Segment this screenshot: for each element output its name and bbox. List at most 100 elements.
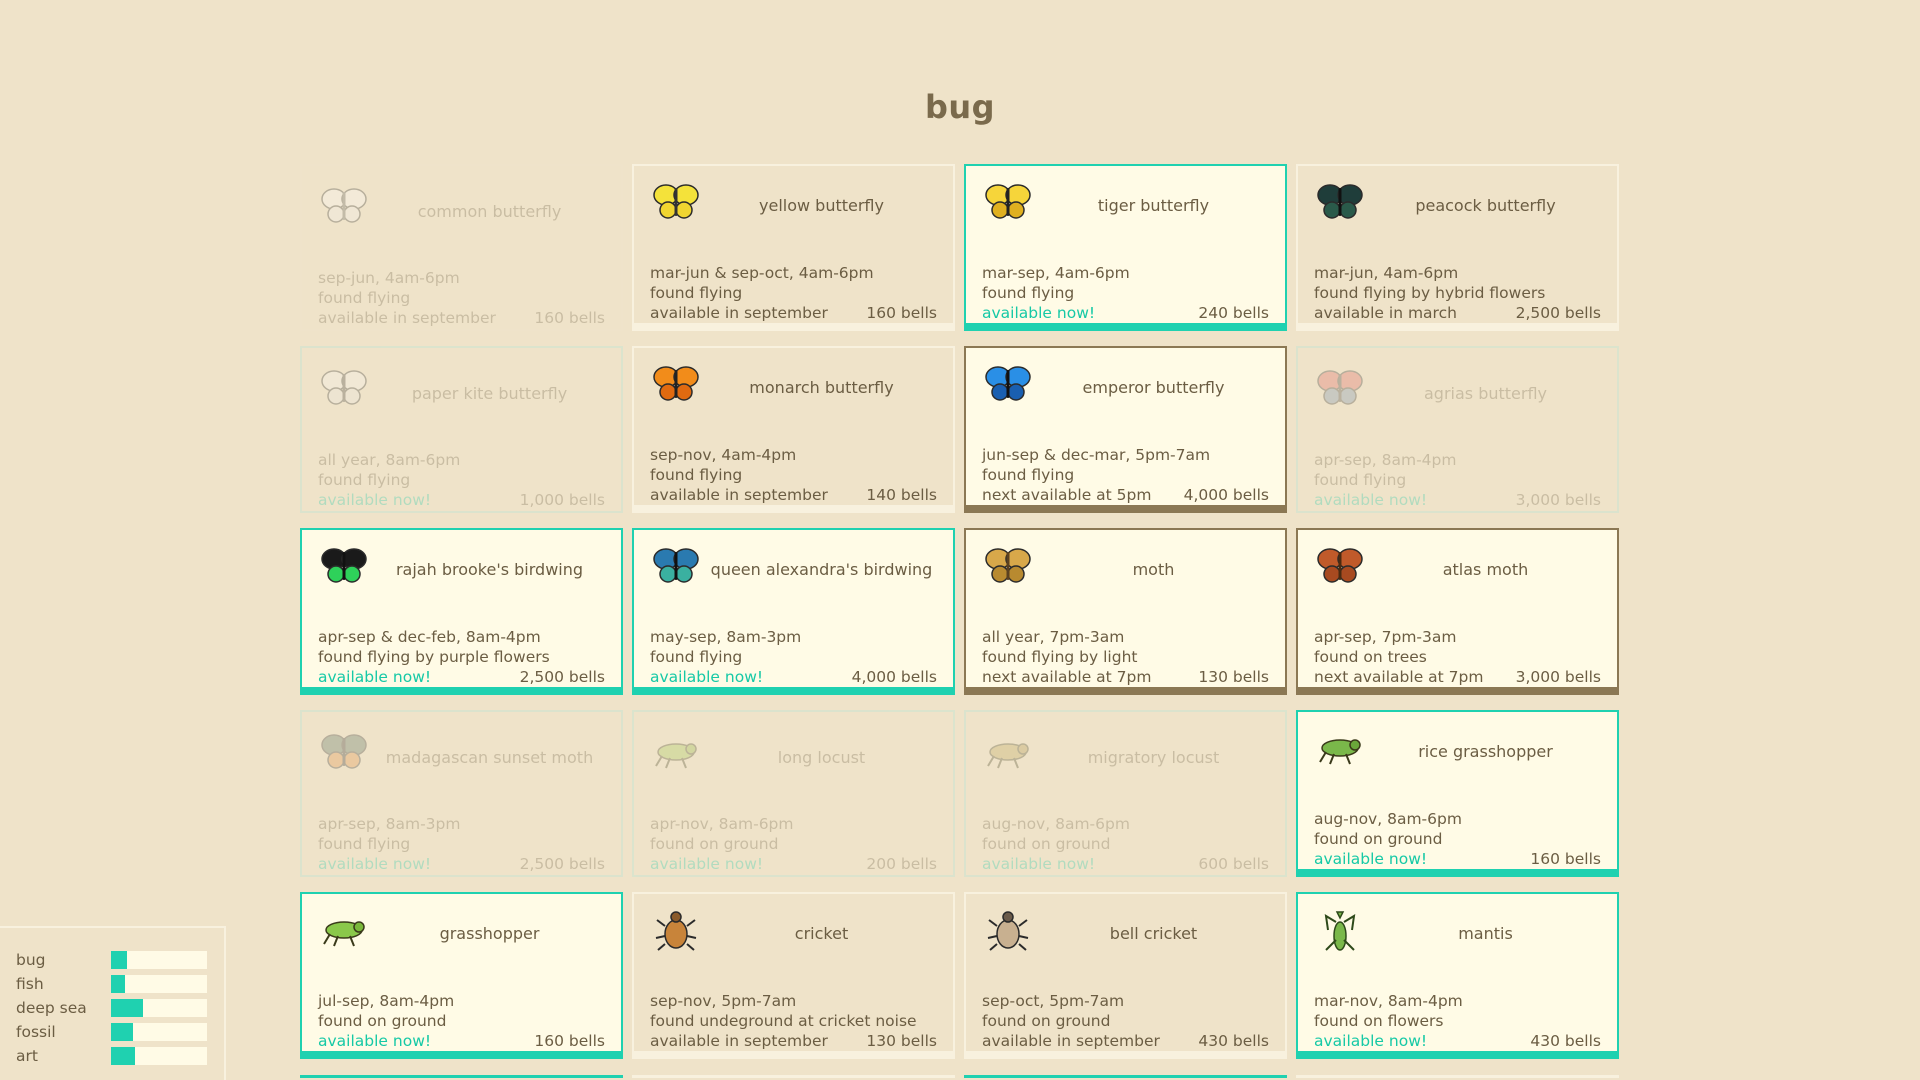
bug-card[interactable]: moth all year, 7pm-3am found flying by lig…	[964, 528, 1287, 695]
progress-row: fossil	[16, 1020, 208, 1044]
tiger-butterfly-icon	[980, 180, 1036, 224]
mantis-icon	[1312, 908, 1368, 952]
peacock-butterfly-icon	[1312, 180, 1368, 224]
bug-card[interactable]: queen alexandra's birdwing may-sep, 8am-3…	[632, 528, 955, 695]
long-locust-icon	[648, 730, 704, 774]
card-price: 600 bells	[1198, 855, 1269, 873]
bug-card[interactable]: yellow butterfly mar-jun & sep-oct, 4am-6…	[632, 164, 955, 331]
bug-card-partial[interactable]	[300, 1075, 623, 1080]
collection-grid: common butterfly sep-jun, 4am-6pm found fl…	[300, 164, 1619, 1059]
card-name: paper kite butterfly	[411, 384, 568, 403]
progress-row: bug	[16, 948, 208, 972]
card-price: 1,000 bells	[519, 491, 605, 509]
card-location: found flying	[650, 284, 743, 302]
card-price: 160 bells	[1530, 850, 1601, 868]
progress-bar	[111, 1023, 207, 1041]
card-season: sep-nov, 4am-4pm	[650, 446, 797, 464]
progress-fill	[111, 1023, 134, 1041]
bug-card-partial[interactable]	[1296, 1075, 1619, 1080]
bug-card[interactable]: madagascan sunset moth apr-sep, 8am-3pm fo…	[300, 710, 623, 877]
card-price: 160 bells	[866, 304, 937, 322]
grasshopper-icon	[316, 908, 372, 952]
card-info: mar-jun & sep-oct, 4am-6pm found flying av…	[650, 263, 937, 323]
card-name: common butterfly	[417, 202, 562, 221]
bug-card[interactable]: grasshopper jul-sep, 8am-4pm found on grou…	[300, 892, 623, 1059]
card-availability: next available at 7pm	[982, 668, 1152, 686]
card-info: aug-nov, 8am-6pm found on ground available…	[1314, 809, 1601, 869]
bug-card-partial[interactable]	[632, 1075, 955, 1080]
bug-card[interactable]: rajah brooke's birdwing apr-sep & dec-feb…	[300, 528, 623, 695]
bug-card[interactable]: common butterfly sep-jun, 4am-6pm found fl…	[300, 164, 623, 331]
bug-card-partial[interactable]	[964, 1075, 1287, 1080]
bug-card[interactable]: migratory locust aug-nov, 8am-6pm found on…	[964, 710, 1287, 877]
card-price: 2,500 bells	[519, 668, 605, 686]
card-availability: available now!	[318, 491, 432, 509]
card-location: found undeground at cricket noise	[650, 1012, 917, 1030]
progress-row: deep sea	[16, 996, 208, 1020]
progress-bar	[111, 999, 207, 1017]
card-location: found flying	[650, 466, 743, 484]
card-name: madagascan sunset moth	[385, 748, 594, 767]
card-name: grasshopper	[439, 924, 540, 943]
card-info: aug-nov, 8am-6pm found on ground available…	[982, 814, 1269, 874]
progress-panel: bug fish deep sea fossil art	[0, 926, 226, 1080]
bug-card[interactable]: rice grasshopper aug-nov, 8am-6pm found on…	[1296, 710, 1619, 877]
monarch-butterfly-icon	[648, 362, 704, 406]
card-price: 430 bells	[1198, 1032, 1269, 1050]
bug-card[interactable]: peacock butterfly mar-jun, 4am-6pm found f…	[1296, 164, 1619, 331]
card-location: found flying by purple flowers	[318, 648, 550, 666]
rajah-brookes-birdwing-icon	[316, 544, 372, 588]
card-availability: next available at 7pm	[1314, 668, 1484, 686]
card-season: apr-sep, 7pm-3am	[1314, 628, 1457, 646]
card-name: queen alexandra's birdwing	[710, 560, 933, 579]
next-row-partial	[300, 1075, 1619, 1080]
card-name: agrias butterfly	[1423, 384, 1548, 403]
card-availability: available now!	[318, 855, 432, 873]
card-info: all year, 8am-6pm found flying available n…	[318, 450, 605, 510]
card-name: cricket	[794, 924, 849, 943]
card-price: 3,000 bells	[1515, 491, 1601, 509]
card-name: migratory locust	[1087, 748, 1220, 767]
card-name: bell cricket	[1109, 924, 1198, 943]
bug-card[interactable]: agrias butterfly apr-sep, 8am-4pm found fl…	[1296, 346, 1619, 513]
card-name: moth	[1132, 560, 1175, 579]
bug-card[interactable]: mantis mar-nov, 8am-4pm found on flowers av…	[1296, 892, 1619, 1059]
bug-card[interactable]: tiger butterfly mar-sep, 4am-6pm found fly…	[964, 164, 1287, 331]
card-location: found on ground	[318, 1012, 447, 1030]
bug-card[interactable]: cricket sep-nov, 5pm-7am found undeground …	[632, 892, 955, 1059]
card-info: all year, 7pm-3am found flying by light ne…	[982, 627, 1269, 687]
paper-kite-butterfly-icon	[316, 366, 372, 410]
card-info: may-sep, 8am-3pm found flying available no…	[650, 627, 937, 687]
card-location: found on trees	[1314, 648, 1427, 666]
card-location: found flying	[650, 648, 743, 666]
card-info: apr-sep, 8am-4pm found flying available no…	[1314, 450, 1601, 510]
card-location: found on ground	[1314, 830, 1443, 848]
card-info: sep-nov, 4am-4pm found flying available in…	[650, 445, 937, 505]
card-name: monarch butterfly	[749, 378, 894, 397]
card-location: found on ground	[650, 835, 779, 853]
card-info: apr-sep & dec-feb, 8am-4pm found flying b…	[318, 627, 605, 687]
card-season: apr-sep, 8am-3pm	[318, 815, 461, 833]
progress-bar	[111, 951, 207, 969]
card-availability: available now!	[1314, 1032, 1428, 1050]
card-price: 160 bells	[534, 1032, 605, 1050]
card-name: mantis	[1458, 924, 1513, 943]
bug-card[interactable]: monarch butterfly sep-nov, 4am-4pm found f…	[632, 346, 955, 513]
progress-fill	[111, 951, 128, 969]
card-season: mar-jun, 4am-6pm	[1314, 264, 1459, 282]
bug-card[interactable]: emperor butterfly jun-sep & dec-mar, 5pm-…	[964, 346, 1287, 513]
bug-card[interactable]: bell cricket sep-oct, 5pm-7am found on gro…	[964, 892, 1287, 1059]
card-info: jun-sep & dec-mar, 5pm-7am found flying ne…	[982, 445, 1269, 505]
card-price: 130 bells	[1198, 668, 1269, 686]
bug-card[interactable]: long locust apr-nov, 8am-6pm found on grou…	[632, 710, 955, 877]
card-name: rice grasshopper	[1418, 742, 1553, 761]
progress-label: fish	[16, 975, 44, 993]
progress-fill	[111, 1047, 135, 1065]
bug-card[interactable]: atlas moth apr-sep, 7pm-3am found on trees…	[1296, 528, 1619, 695]
card-availability: available in september	[982, 1032, 1160, 1050]
card-season: jun-sep & dec-mar, 5pm-7am	[982, 446, 1211, 464]
card-season: sep-jun, 4am-6pm	[318, 269, 460, 287]
card-season: mar-sep, 4am-6pm	[982, 264, 1130, 282]
cricket-icon	[648, 908, 704, 952]
bug-card[interactable]: paper kite butterfly all year, 8am-6pm fou…	[300, 346, 623, 513]
